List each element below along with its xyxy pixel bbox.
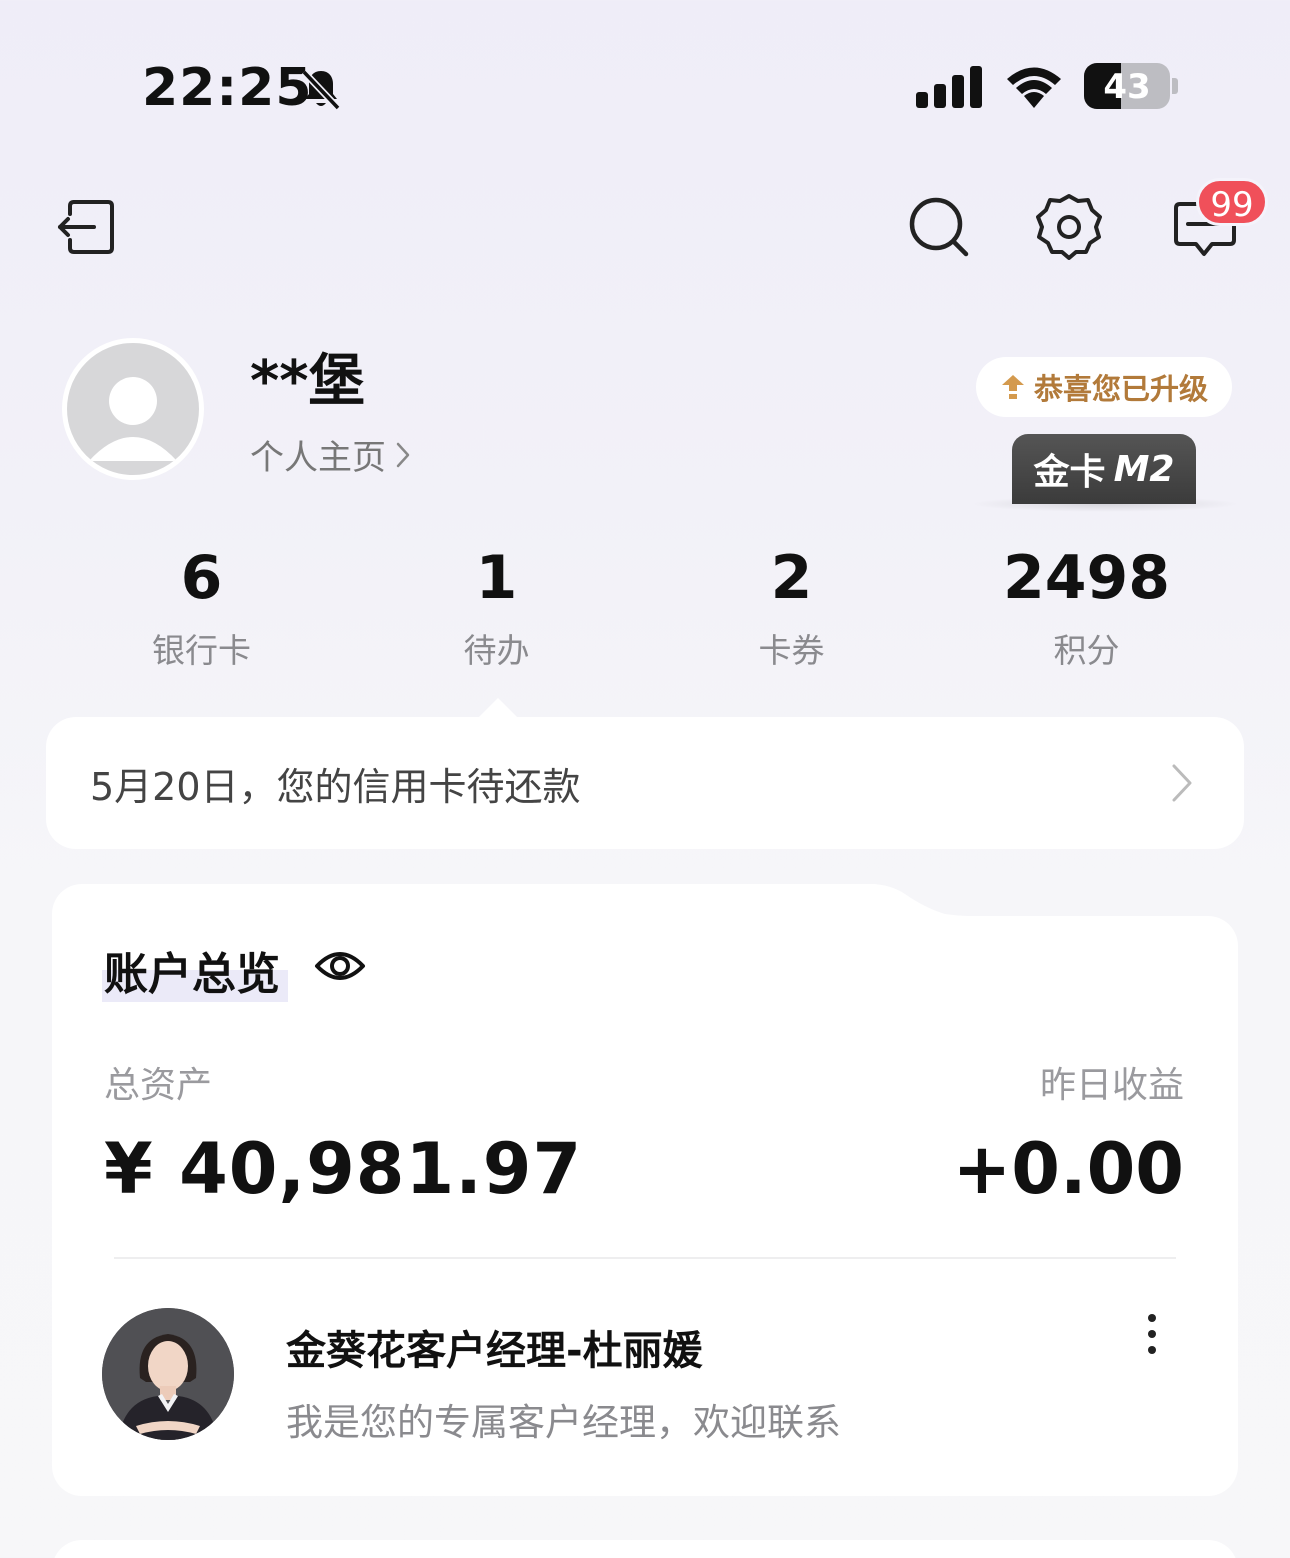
stat-coupons[interactable]: 2 卡券 (644, 540, 939, 670)
upgrade-pill[interactable]: 恭喜您已升级 (976, 357, 1232, 417)
avatar[interactable] (62, 338, 204, 480)
card-level-badge[interactable]: 金卡 M2 (1012, 434, 1196, 504)
total-assets-label: 总资产 (104, 1065, 213, 1106)
manager-photo[interactable] (102, 1308, 234, 1440)
divider (114, 1257, 1176, 1259)
user-name: **堡 (250, 349, 365, 414)
next-card-edge (52, 1540, 1238, 1558)
notice-text: 5月20日，您的信用卡待还款 (90, 764, 581, 809)
stat-value: 6 (180, 543, 223, 613)
cellular-signal-icon (916, 66, 982, 108)
account-overview-title: 账户总览 (104, 949, 280, 1000)
chevron-right-icon (1172, 764, 1192, 802)
battery-percentage: 43 (1103, 67, 1151, 107)
homepage-link-label: 个人主页 (250, 438, 386, 478)
upgrade-arrow-icon (1001, 375, 1024, 399)
battery-tip (1172, 78, 1178, 94)
status-time: 22:25 (142, 58, 313, 118)
stat-bank-cards[interactable]: 6 银行卡 (54, 540, 349, 670)
default-avatar-icon (89, 377, 177, 461)
stat-value: 1 (475, 543, 518, 613)
logout-icon[interactable] (52, 192, 122, 262)
chevron-right-icon (396, 442, 410, 467)
yesterday-income-value[interactable]: +0.00 (880, 1128, 1184, 1210)
search-icon[interactable] (904, 192, 974, 262)
card-level-code: M2 (1113, 448, 1175, 490)
bell-muted-icon (301, 69, 341, 111)
yesterday-income-label: 昨日收益 (1039, 1065, 1184, 1106)
stat-value: 2498 (1003, 543, 1170, 613)
stats-row: 6 银行卡 1 待办 2 卡券 2498 积分 (54, 540, 1234, 670)
stat-label: 积分 (1053, 631, 1120, 670)
more-vertical-icon[interactable] (1138, 1312, 1166, 1362)
battery-icon: 43 (1084, 63, 1170, 109)
upgrade-text: 恭喜您已升级 (1033, 372, 1208, 406)
stat-points[interactable]: 2498 积分 (939, 540, 1234, 670)
stat-label: 银行卡 (152, 631, 251, 670)
gear-icon[interactable] (1034, 190, 1104, 260)
homepage-link[interactable]: 个人主页 (250, 430, 412, 479)
stat-label: 待办 (463, 631, 530, 670)
manager-portrait-icon (102, 1308, 234, 1440)
manager-name[interactable]: 金葵花客户经理-杜丽媛 (286, 1318, 703, 1376)
stat-todo[interactable]: 1 待办 (349, 540, 644, 670)
message-badge: 99 (1196, 178, 1268, 226)
stat-label: 卡券 (758, 631, 825, 670)
stat-value: 2 (770, 543, 813, 613)
notice-pointer (478, 698, 518, 718)
wifi-icon (1007, 67, 1061, 108)
total-assets-value[interactable]: ¥ 40,981.97 (104, 1128, 582, 1210)
card-level-prefix: 金卡 (1033, 452, 1106, 493)
eye-icon[interactable] (314, 944, 366, 988)
manager-description: 我是您的专属客户经理，欢迎联系 (286, 1401, 841, 1444)
repayment-notice[interactable]: 5月20日，您的信用卡待还款 (46, 717, 1244, 849)
